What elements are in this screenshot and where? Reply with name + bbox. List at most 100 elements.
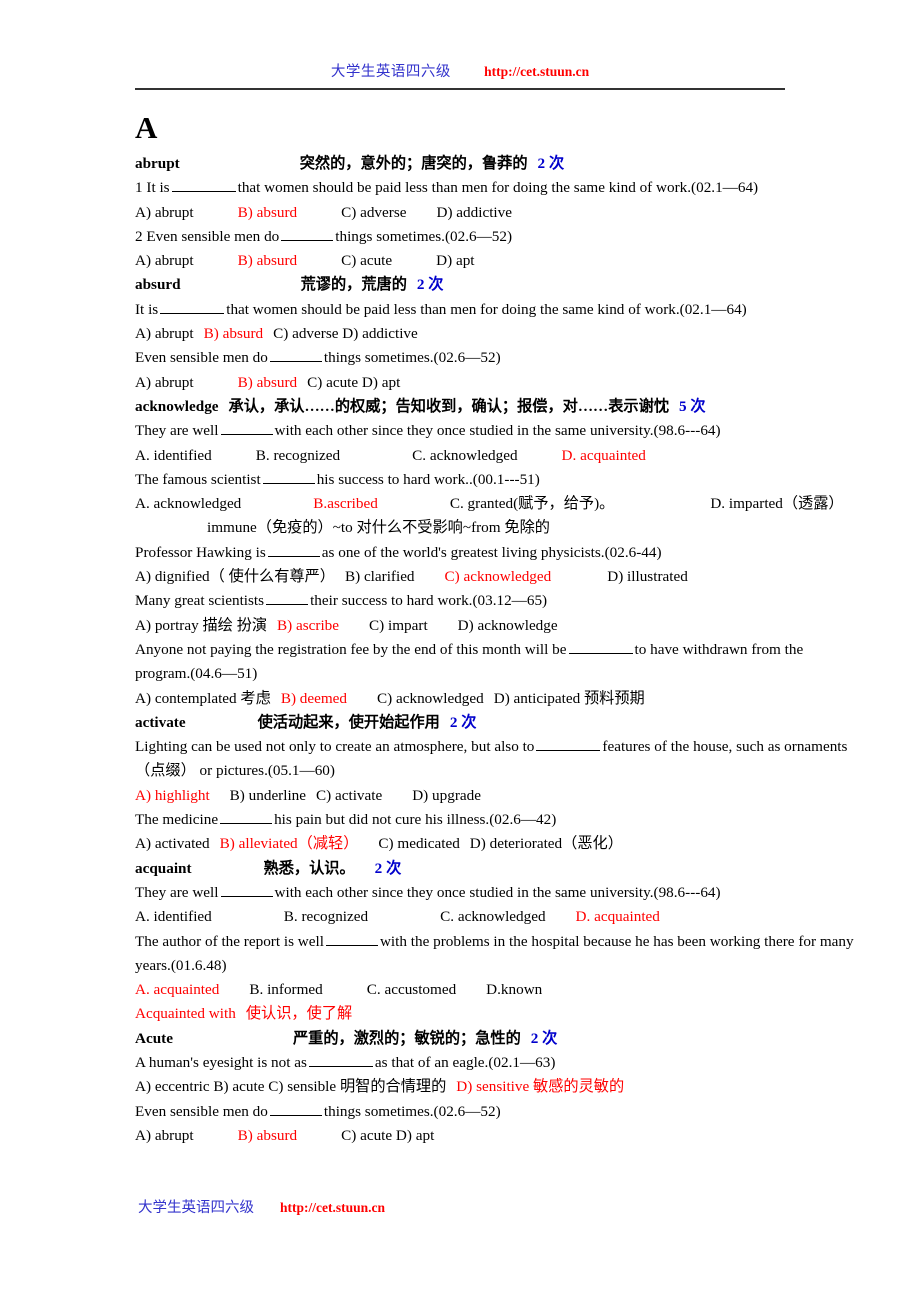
entry-definition: 突然的，意外的；唐突的，鲁莽的 bbox=[299, 155, 528, 172]
question-text-post: to have withdrawn from the bbox=[634, 640, 804, 658]
option-cd: C) acute D) apt bbox=[307, 373, 401, 391]
option-c: C) adverse bbox=[341, 203, 407, 221]
option-b-correct: B) absurd bbox=[237, 1126, 298, 1144]
question-line: Lighting can be used not only to create … bbox=[135, 735, 920, 759]
option-d: D) apt bbox=[436, 252, 475, 270]
option-d-correct: D. acquainted bbox=[561, 446, 646, 464]
options-line: A) dignified（ 使什么有尊严） B) clarified C) ackn… bbox=[135, 565, 920, 589]
entry-count: 2 次 bbox=[449, 713, 477, 731]
header-divider bbox=[135, 88, 785, 90]
question-line: The author of the report is well with the… bbox=[135, 930, 920, 954]
phrase-term: Acquainted with bbox=[135, 1005, 236, 1023]
question-text-post: that women should be paid less than men … bbox=[226, 300, 747, 318]
question-line: A human's eyesight is not as as that of a… bbox=[135, 1051, 920, 1075]
question-line-cont: program.(04.6—51) bbox=[135, 662, 920, 686]
options-line: A. identified B. recognized C. acknowledge… bbox=[135, 905, 920, 929]
options-line: A. acknowledged B.ascribed C. granted(赋予，给… bbox=[135, 492, 920, 516]
option-a-correct: A. acquainted bbox=[135, 981, 220, 999]
question-text-pre: 2 Even sensible men do bbox=[135, 227, 280, 245]
entry-definition: 严重的，激烈的；敏锐的；急性的 bbox=[292, 1029, 521, 1047]
question-text-post: his pain but did not cure his illness.(0… bbox=[274, 811, 557, 829]
entry-count: 5 次 bbox=[678, 397, 706, 415]
entry-header-acknowledge: acknowledge 承认，承认……的权威；告知收到，确认；报偿，对……表示谢忱… bbox=[135, 395, 920, 419]
header-site-name: 大学生英语四六级 bbox=[330, 64, 451, 80]
entry-count: 2 次 bbox=[374, 859, 402, 877]
answer-blank bbox=[269, 348, 322, 363]
options-line: A. identified B. recognized C. acknowledge… bbox=[135, 444, 920, 468]
entry-definition: 荒谬的，荒唐的 bbox=[300, 276, 407, 294]
answer-blank bbox=[281, 227, 334, 241]
entry-header-acute: Acute 严重的，激烈的；敏锐的；急性的 2 次 bbox=[135, 1027, 920, 1051]
entry-word: acknowledge bbox=[135, 397, 219, 415]
option-a: A) dignified（ 使什么有尊严） bbox=[135, 568, 335, 586]
entry-header-abrupt: abrupt 突然的，意外的；唐突的，鲁莽的 2 次 bbox=[135, 152, 920, 176]
option-d: D) addictive bbox=[436, 203, 512, 221]
question-text-pre: The medicine bbox=[135, 811, 219, 829]
option-d: D) deteriorated（恶化） bbox=[469, 835, 623, 853]
option-c: C. acknowledged bbox=[412, 446, 518, 464]
question-line: Even sensible men do things sometimes.(02… bbox=[135, 346, 920, 370]
page-header: 大学生英语四六级 http://cet.stuun.cn bbox=[135, 62, 785, 82]
options-line: A) abrupt B) absurd C) adverse D) addictive bbox=[135, 201, 920, 225]
question-line: The medicine his pain but did not cure hi… bbox=[135, 808, 920, 832]
options-abc: A) eccentric B) acute C) sensible 明智的合情理… bbox=[135, 1078, 447, 1096]
document-page: 大学生英语四六级 http://cet.stuun.cn A abrupt 突然的… bbox=[0, 0, 920, 1302]
entry-header-absurd: absurd 荒谬的，荒唐的 2 次 bbox=[135, 273, 920, 297]
option-a: A) abrupt bbox=[135, 1126, 194, 1144]
option-b: B) clarified bbox=[344, 568, 415, 586]
answer-blank bbox=[308, 1053, 373, 1067]
question-line: 2 Even sensible men do things sometimes.(… bbox=[135, 225, 920, 249]
header-url[interactable]: http://cet.stuun.cn bbox=[484, 64, 589, 79]
options-line: A) abrupt B) absurd C) acute D) apt bbox=[135, 249, 920, 273]
question-text-post: his success to hard work..(00.1---51) bbox=[316, 470, 540, 488]
question-line: The famous scientist his success to hard … bbox=[135, 468, 920, 492]
question-text-pre: A human's eyesight is not as bbox=[135, 1053, 307, 1071]
entry-header-activate: activate 使活动起来，使开始起作用 2 次 bbox=[135, 711, 920, 735]
option-c: C) impart bbox=[369, 616, 428, 634]
note-text: immune（免疫的）~to 对什么不受影响~from 免除的 bbox=[207, 519, 550, 537]
option-c-correct: C) acknowledged bbox=[444, 568, 552, 586]
option-b-correct: B) absurd bbox=[237, 203, 298, 221]
phrase-note-line: Acquainted with 使认识，使了解 bbox=[135, 1002, 920, 1026]
question-line: 1 It is that women should be paid less th… bbox=[135, 176, 920, 200]
question-line: Even sensible men do things sometimes.(02… bbox=[135, 1100, 920, 1124]
phrase-definition: 使认识，使了解 bbox=[245, 1005, 353, 1023]
option-c: C) activate bbox=[316, 786, 383, 804]
question-text-pre: Professor Hawking is bbox=[135, 543, 266, 561]
option-d: D) illustrated bbox=[607, 568, 688, 586]
option-a-correct: A) highlight bbox=[135, 786, 210, 804]
entry-definition: 使活动起来，使开始起作用 bbox=[257, 713, 440, 731]
option-c: C) medicated bbox=[378, 835, 460, 853]
answer-blank bbox=[220, 810, 273, 825]
question-line: They are well with each other since they … bbox=[135, 419, 920, 443]
question-text-post: as one of the world's greatest living ph… bbox=[321, 543, 662, 561]
option-c: C) acknowledged bbox=[377, 689, 484, 707]
option-b: B. recognized bbox=[255, 446, 341, 464]
answer-blank bbox=[262, 470, 315, 484]
entry-count: 2 次 bbox=[416, 276, 444, 294]
question-text-post: with the problems in the hospital becaus… bbox=[379, 932, 854, 950]
option-a: A. identified bbox=[135, 446, 212, 464]
question-text-post: things sometimes.(02.6—52) bbox=[323, 349, 501, 367]
option-cd: C) acute D) apt bbox=[341, 1126, 435, 1144]
option-b: B) underline bbox=[229, 786, 307, 804]
answer-blank bbox=[536, 737, 601, 752]
option-a: A) abrupt bbox=[135, 252, 194, 270]
answer-blank bbox=[267, 543, 320, 557]
option-a: A) portray 描绘 扮演 bbox=[135, 616, 268, 634]
option-c: C. accustomed bbox=[366, 981, 457, 999]
entry-header-acquaint: acquaint 熟悉，认识。 2 次 bbox=[135, 857, 920, 881]
question-text-post: with each other since they once studied … bbox=[274, 883, 721, 901]
option-b-correct: B) absurd bbox=[237, 373, 298, 391]
question-line: It is that women should be paid less than… bbox=[135, 298, 920, 322]
option-b-correct: B) absurd bbox=[203, 325, 264, 343]
option-a: A) contemplated 考虑 bbox=[135, 689, 271, 707]
question-line-cont: years.(01.6.48) bbox=[135, 954, 920, 978]
question-text-post: as that of an eagle.(02.1—63) bbox=[374, 1053, 556, 1071]
entry-word: abrupt bbox=[135, 155, 180, 172]
question-line: They are well with each other since they … bbox=[135, 881, 920, 905]
question-text-pre: The author of the report is well bbox=[135, 932, 324, 950]
footer-url[interactable]: http://cet.stuun.cn bbox=[280, 1200, 385, 1215]
question-text-pre: They are well bbox=[135, 422, 219, 440]
question-line: Professor Hawking is as one of the world'… bbox=[135, 541, 920, 565]
